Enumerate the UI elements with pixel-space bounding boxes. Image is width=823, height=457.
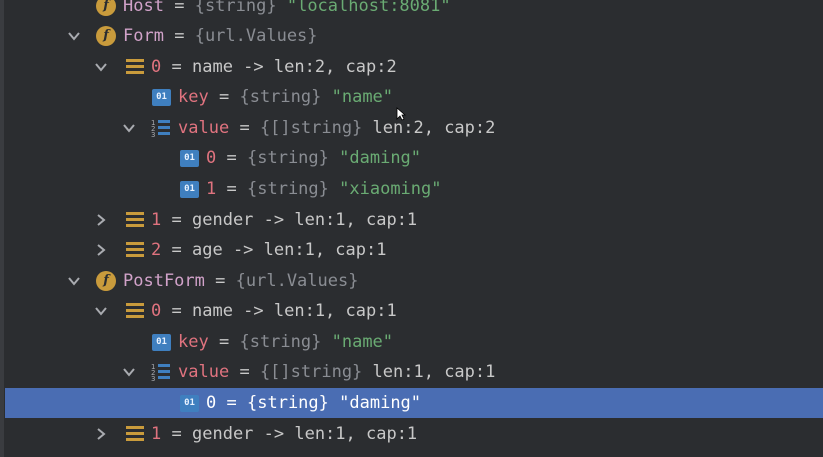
chevron-down-icon[interactable] — [93, 296, 109, 326]
field-icon: f — [96, 0, 116, 16]
variable-value: "daming" — [339, 148, 422, 168]
variable-type: {url.Values} — [235, 271, 359, 291]
variable-value: "daming" — [339, 393, 422, 413]
list-icon — [126, 212, 144, 228]
variable-type: {string} — [247, 179, 329, 199]
tree-row-postform[interactable]: f PostForm = {url.Values} — [0, 266, 823, 296]
tree-row-map-entry[interactable]: 0 = name -> len:1, cap:1 — [0, 296, 823, 326]
variable-type: {string} — [239, 332, 322, 352]
equals-sign: = — [218, 332, 230, 352]
tree-row-key[interactable]: 01 key = {string} "name" — [0, 82, 823, 112]
variable-type: {string} — [247, 393, 329, 413]
svg-text:3: 3 — [151, 131, 155, 138]
equals-sign: = — [218, 87, 230, 107]
svg-text:3: 3 — [151, 375, 155, 382]
tree-row-host[interactable]: f Host = {string} "localhost:8081" — [0, 0, 823, 21]
tree-row-map-entry[interactable]: 1 = gender -> len:1, cap:1 — [0, 205, 823, 235]
tree-row-key[interactable]: 01 key = {string} "name" — [0, 327, 823, 357]
primitive-icon: 01 — [180, 150, 199, 167]
equals-sign: = — [171, 210, 182, 230]
equals-sign: = — [215, 271, 226, 291]
variable-name: 0 — [206, 393, 217, 413]
slice-icon: 1 2 3 — [151, 118, 171, 139]
chevron-down-icon[interactable] — [121, 357, 137, 387]
chevron-down-icon[interactable] — [93, 52, 109, 82]
equals-sign: = — [171, 240, 182, 260]
equals-sign: = — [239, 362, 250, 382]
list-icon — [126, 303, 144, 319]
variable-value: "name" — [331, 87, 394, 107]
tree-row-element[interactable]: 01 0 = {string} "daming" — [0, 143, 823, 173]
tree-row-map-entry[interactable]: 0 = name -> len:2, cap:2 — [0, 52, 823, 82]
variable-name: value — [178, 118, 230, 138]
slice-icon: 1 2 3 — [151, 362, 171, 383]
equals-sign: = — [239, 118, 250, 138]
variable-name: Form — [123, 26, 164, 46]
equals-sign: = — [171, 57, 182, 77]
variable-type: {string} — [194, 0, 277, 16]
variable-summary: len:1, cap:1 — [372, 362, 496, 382]
list-icon — [126, 242, 144, 258]
variable-value: "name" — [331, 332, 394, 352]
primitive-icon: 01 — [152, 334, 171, 351]
variable-summary: name -> len:2, cap:2 — [192, 57, 397, 77]
equals-sign: = — [226, 179, 237, 199]
variable-name: 0 — [206, 148, 217, 168]
variable-name: Host — [123, 0, 164, 16]
variable-value: "xiaoming" — [339, 179, 442, 199]
list-icon — [126, 426, 144, 442]
variable-value: "localhost:8081" — [286, 0, 451, 16]
tree-row-value[interactable]: 1 2 3 value = {[]string} len:2, cap:2 — [0, 113, 823, 143]
chevron-down-icon[interactable] — [121, 113, 137, 143]
primitive-icon: 01 — [180, 395, 199, 412]
tree-row-element-selected[interactable]: 01 0 = {string} "daming" — [5, 388, 823, 418]
primitive-icon: 01 — [180, 181, 199, 198]
variable-summary: len:2, cap:2 — [372, 118, 496, 138]
field-icon: f — [96, 271, 116, 291]
primitive-icon: 01 — [152, 89, 171, 106]
chevron-down-icon[interactable] — [66, 266, 82, 296]
equals-sign: = — [174, 26, 185, 46]
variable-name: 1 — [151, 424, 162, 444]
variables-tree[interactable]: f Host = {string} "localhost:8081" f For… — [0, 0, 823, 457]
equals-sign: = — [174, 0, 185, 16]
variable-type: {url.Values} — [194, 26, 318, 46]
tree-row-value[interactable]: 1 2 3 value = {[]string} len:1, cap:1 — [0, 357, 823, 387]
equals-sign: = — [171, 301, 182, 321]
variable-name: 2 — [151, 240, 162, 260]
variable-name: 0 — [151, 301, 162, 321]
variable-type: {[]string} — [259, 362, 363, 382]
variable-name: key — [178, 87, 209, 107]
chevron-right-icon[interactable] — [93, 419, 109, 449]
chevron-right-icon[interactable] — [93, 205, 109, 235]
variable-type: {string} — [239, 87, 322, 107]
tree-row-map-entry[interactable]: 1 = gender -> len:1, cap:1 — [0, 419, 823, 449]
tree-row-element[interactable]: 01 1 = {string} "xiaoming" — [0, 174, 823, 204]
tree-row-form[interactable]: f Form = {url.Values} — [0, 21, 823, 51]
equals-sign: = — [226, 393, 237, 413]
list-icon — [126, 59, 144, 75]
variable-type: {[]string} — [259, 118, 363, 138]
variable-name: 0 — [151, 57, 162, 77]
variable-name: key — [178, 332, 209, 352]
variable-name: 1 — [206, 179, 217, 199]
chevron-down-icon[interactable] — [66, 21, 82, 51]
mouse-cursor-icon — [396, 106, 407, 121]
equals-sign: = — [226, 148, 237, 168]
field-icon: f — [96, 26, 116, 46]
chevron-right-icon[interactable] — [93, 235, 109, 265]
variable-summary: gender -> len:1, cap:1 — [192, 424, 418, 444]
variable-summary: age -> len:1, cap:1 — [192, 240, 387, 260]
tree-row-map-entry[interactable]: 2 = age -> len:1, cap:1 — [0, 235, 823, 265]
variable-name: PostForm — [123, 271, 205, 291]
variable-summary: gender -> len:1, cap:1 — [192, 210, 418, 230]
equals-sign: = — [171, 424, 182, 444]
variable-summary: name -> len:1, cap:1 — [192, 301, 397, 321]
variable-type: {string} — [247, 148, 329, 168]
variable-name: 1 — [151, 210, 162, 230]
variable-name: value — [178, 362, 230, 382]
